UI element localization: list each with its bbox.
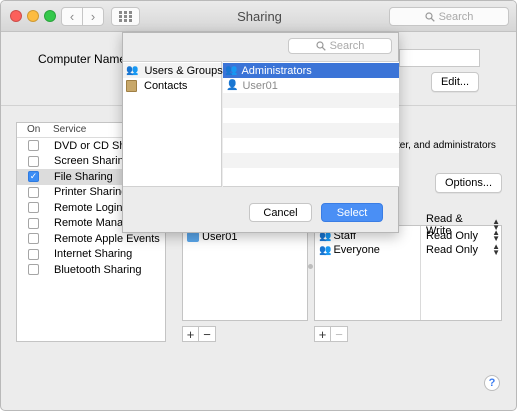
service-label: File Sharing [54, 170, 113, 183]
sharing-window: ‹ › Sharing Search Computer Name: Edit..… [0, 0, 517, 411]
contacts-icon [126, 79, 137, 92]
group-icon: 👥 [225, 65, 238, 76]
service-checkbox[interactable] [28, 186, 39, 198]
service-label: Internet Sharing [54, 248, 133, 261]
empty-row [223, 123, 399, 138]
service-checkbox[interactable] [28, 264, 39, 276]
user-name: Everyone [333, 244, 380, 256]
service-checkbox[interactable] [28, 233, 39, 245]
user-add-remove: + − [314, 326, 348, 342]
description-text: ter, and administrators [397, 140, 496, 151]
empty-row [223, 153, 399, 168]
service-label: Remote Login [54, 201, 123, 214]
group-icon: 👥 [319, 244, 332, 256]
entry-list: 👥 Administrators 👤 User01 [223, 61, 399, 187]
source-item-label: Users & Groups [144, 64, 223, 77]
empty-row [223, 168, 399, 183]
source-item-label: Contacts [144, 79, 188, 92]
header-on: On [27, 124, 41, 135]
add-user-button[interactable]: + [314, 326, 331, 342]
permission-label: Read Only [426, 244, 478, 256]
add-folder-button[interactable]: + [182, 326, 199, 342]
service-label: Remote Apple Events [54, 232, 160, 245]
chevron-updown-icon: ▲ ▼ [492, 242, 500, 257]
shared-folders-list[interactable]: User01 [182, 225, 308, 321]
service-label: Screen Sharing [54, 155, 130, 168]
source-item-contacts[interactable]: Contacts [123, 78, 221, 93]
computer-name-label: Computer Name: [38, 52, 130, 66]
service-checkbox[interactable] [28, 248, 39, 260]
service-row[interactable]: Internet Sharing [17, 247, 165, 263]
service-label: Printer Sharing [54, 186, 128, 199]
dialog-search-field[interactable]: Search [288, 38, 392, 54]
help-button[interactable]: ? [484, 375, 500, 391]
header-service: Service [53, 124, 87, 135]
service-checkbox[interactable] [28, 155, 39, 167]
computer-name-field[interactable] [399, 49, 480, 67]
empty-row [223, 93, 399, 108]
remove-folder-button[interactable]: − [199, 326, 216, 342]
options-button[interactable]: Options... [435, 173, 502, 193]
dialog-search-placeholder: Search [329, 40, 365, 52]
users-list: 👥 Staff 👥 Everyone Read & Write ▲ ▼ Read … [314, 213, 502, 321]
search-icon [424, 11, 435, 22]
permission-label: Read Only [426, 230, 478, 242]
empty-row [223, 138, 399, 153]
group-icon: 👥 [126, 65, 139, 76]
empty-row [223, 108, 399, 123]
service-checkbox[interactable] [28, 202, 39, 214]
chevron-updown-icon: ▲ ▼ [492, 228, 500, 243]
search-icon [315, 41, 326, 51]
entry-administrators[interactable]: 👥 Administrators [223, 63, 399, 78]
folder-add-remove: + − [182, 326, 216, 342]
entry-user01[interactable]: 👤 User01 [223, 78, 399, 93]
entry-label: User01 [242, 79, 278, 92]
service-label: Bluetooth Sharing [54, 263, 142, 276]
users-column-divider [420, 226, 421, 320]
service-row[interactable]: Bluetooth Sharing [17, 262, 165, 278]
window-search-placeholder: Search [438, 10, 474, 23]
select-users-dialog: Search 👥 Users & Groups Contacts 👥 Admin… [122, 32, 399, 233]
split-handle[interactable] [308, 264, 313, 269]
window-search-field[interactable]: Search [389, 7, 509, 26]
title-bar: ‹ › Sharing Search [1, 1, 516, 32]
folder-icon [187, 232, 199, 242]
user-icon: 👤 [226, 80, 239, 91]
source-list: 👥 Users & Groups Contacts [123, 61, 223, 187]
source-item-users-groups[interactable]: 👥 Users & Groups [123, 63, 223, 78]
permission-select[interactable]: Read Only ▲ ▼ [426, 228, 500, 243]
edit-button[interactable]: Edit... [431, 72, 479, 92]
remove-user-button[interactable]: − [331, 326, 348, 342]
user-row-everyone[interactable]: 👥 Everyone [319, 244, 380, 256]
service-row[interactable]: Remote Apple Events [17, 231, 165, 247]
service-checkbox[interactable]: ✓ [28, 171, 39, 183]
cancel-button[interactable]: Cancel [249, 203, 312, 222]
entry-label: Administrators [241, 64, 312, 77]
service-checkbox[interactable] [28, 217, 39, 229]
select-button[interactable]: Select [321, 203, 383, 222]
permission-select[interactable]: Read Only ▲ ▼ [426, 242, 500, 257]
service-checkbox[interactable] [28, 140, 39, 152]
